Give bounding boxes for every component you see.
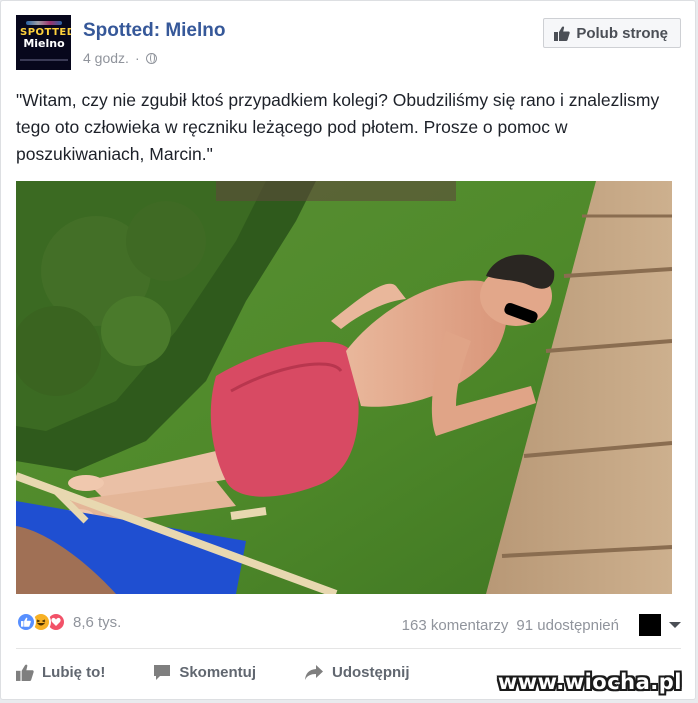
reaction-count: 8,6 tys. [73, 613, 122, 631]
like-button[interactable]: Lubię to! [16, 664, 105, 681]
post-meta: 4 godz. · [83, 50, 157, 66]
reactions-summary[interactable]: 8,6 tys. [16, 612, 121, 632]
thumbs-up-icon [554, 25, 571, 41]
laughing-face-icon [36, 619, 46, 626]
divider [16, 648, 681, 649]
share-button[interactable]: Udostępnij [304, 664, 410, 681]
post-photo[interactable] [16, 181, 672, 594]
page-avatar[interactable]: SPOTTED! Mielno [16, 15, 71, 70]
share-label: Udostępnij [332, 663, 410, 681]
watermark: www.wiocha.pl [497, 670, 682, 694]
meta-separator: · [134, 50, 140, 66]
post-timestamp[interactable]: 4 godz. [83, 50, 129, 66]
comment-button[interactable]: Skomentuj [153, 664, 256, 681]
globe-icon [145, 52, 157, 64]
post-text: "Witam, czy nie zgubił ktoś przypadkiem … [16, 90, 660, 164]
stats-right: 163 komentarzy 91 udostępnień [402, 614, 681, 636]
like-page-label: Polub stronę [576, 24, 668, 42]
shares-count[interactable]: 91 udostępnień [516, 617, 619, 634]
heart-icon [51, 617, 61, 626]
avatar-sparkle [26, 21, 62, 25]
viewer-avatar[interactable] [639, 614, 661, 636]
like-reaction-icon [16, 612, 36, 632]
avatar-tagline [20, 59, 68, 61]
comments-count[interactable]: 163 komentarzy [402, 617, 509, 634]
post-header: SPOTTED! Mielno Spotted: Mielno 4 godz. … [16, 15, 681, 73]
thumbs-up-icon [21, 617, 31, 627]
photo-illustration [16, 181, 672, 594]
share-icon [305, 664, 324, 680]
comment-label: Skomentuj [179, 663, 257, 681]
like-page-button[interactable]: Polub stronę [543, 18, 681, 48]
comment-icon [154, 664, 171, 680]
chevron-down-icon[interactable] [669, 622, 681, 628]
thumbs-up-icon [16, 664, 34, 681]
post-card: SPOTTED! Mielno Spotted: Mielno 4 godz. … [0, 0, 696, 700]
like-label: Lubię to! [42, 663, 106, 681]
page-name-link[interactable]: Spotted: Mielno [83, 20, 225, 42]
post-stats: 8,6 tys. 163 komentarzy 91 udostępnień [16, 611, 681, 641]
avatar-logo-subtext: Mielno [23, 37, 65, 50]
